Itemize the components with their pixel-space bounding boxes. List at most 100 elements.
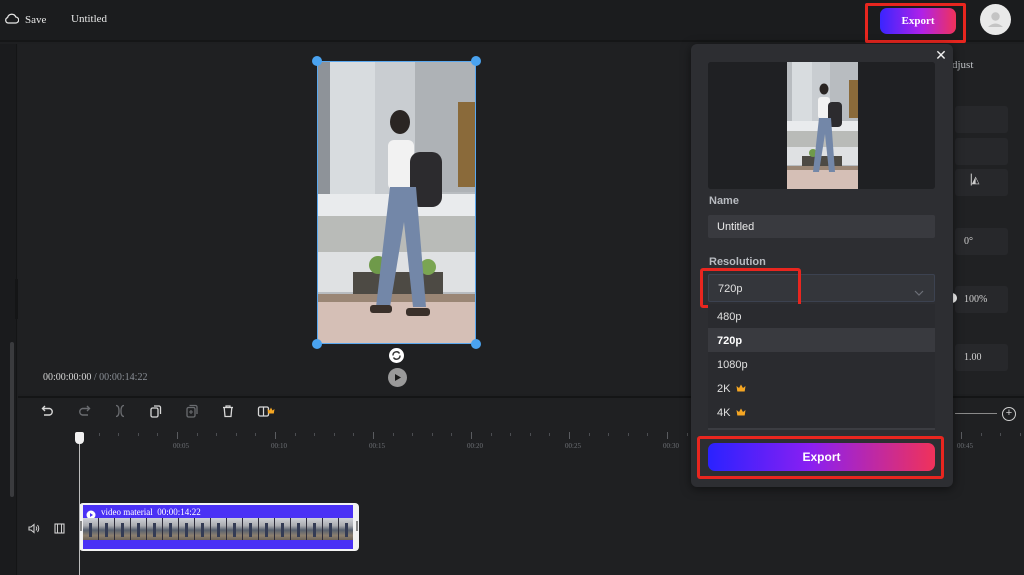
ruler-tick <box>451 433 453 436</box>
project-title[interactable]: Untitled <box>71 13 107 25</box>
play-button[interactable] <box>388 368 407 387</box>
paste-icon <box>186 404 198 418</box>
save-button[interactable]: Save <box>4 12 46 27</box>
sidebar-scrollbar[interactable] <box>10 342 14 497</box>
clip-trim-handle-left[interactable] <box>80 521 82 531</box>
clip-thumbnails <box>83 518 353 540</box>
user-icon <box>988 12 1003 27</box>
cloud-icon <box>4 12 20 27</box>
ruler-tick <box>529 433 531 436</box>
ruler-tick <box>1000 433 1002 436</box>
clip-trim-handle-right[interactable] <box>356 521 358 531</box>
name-label: Name <box>709 195 739 207</box>
rotate-handle[interactable] <box>389 348 404 363</box>
ruler-tick <box>569 432 570 439</box>
video-preview-frame[interactable] <box>317 61 476 344</box>
clip-thumbnail-frame <box>259 518 275 540</box>
resolution-option-4k[interactable]: 4K <box>708 400 935 424</box>
duplicate-button[interactable] <box>138 402 174 420</box>
property-field-2[interactable] <box>955 138 1008 165</box>
timeline-zoom-slider[interactable] <box>955 413 997 414</box>
avatar[interactable] <box>980 4 1011 35</box>
ruler-tick <box>294 433 296 436</box>
resolution-options-list: 480p 720p 1080p 2K 4K <box>708 304 935 430</box>
timecode-display: 00:00:00:00 / 00:00:14:22 <box>43 372 148 383</box>
track-mute-button[interactable] <box>28 521 40 539</box>
export-button[interactable]: Export <box>880 8 956 34</box>
ruler-tick <box>1019 433 1021 436</box>
freeze-frame-button[interactable] <box>246 402 282 420</box>
ruler-tick <box>431 433 433 436</box>
delete-button[interactable] <box>210 402 246 420</box>
track-visibility-button[interactable] <box>54 521 65 539</box>
clip-body: video material 00:00:14:22 <box>83 505 353 549</box>
flip-control[interactable]: ▕◭ <box>955 169 1008 196</box>
ruler-tick <box>392 433 394 436</box>
resize-handle-top-right[interactable] <box>471 56 481 66</box>
ruler-tick <box>314 433 316 436</box>
clip-thumbnail-frame <box>147 518 163 540</box>
property-field-1[interactable] <box>955 106 1008 133</box>
tab-adjust[interactable]: djust <box>952 59 973 71</box>
ruler-tick <box>608 433 610 436</box>
ruler-tick <box>961 432 962 439</box>
redo-icon <box>79 405 91 416</box>
ruler-tick <box>235 433 237 436</box>
ruler-tick <box>137 433 139 436</box>
ruler-tick <box>667 432 668 439</box>
resolution-option-1080p[interactable]: 1080p <box>708 352 935 376</box>
properties-panel <box>948 44 1024 394</box>
redo-button[interactable] <box>66 402 102 420</box>
zoom-in-button[interactable]: + <box>1002 407 1016 421</box>
opacity-field[interactable]: 100% <box>955 286 1008 313</box>
name-input[interactable] <box>708 215 935 238</box>
ruler-tick <box>510 433 512 436</box>
split-button[interactable] <box>102 402 138 420</box>
ruler-tick <box>333 433 335 436</box>
clip-duration: 00:00:14:22 <box>157 507 201 517</box>
ruler-label: 00:15 <box>369 442 385 450</box>
resize-handle-bottom-right[interactable] <box>471 339 481 349</box>
resize-handle-bottom-left[interactable] <box>312 339 322 349</box>
clip-title: video material <box>101 507 153 517</box>
ruler-tick <box>157 433 159 436</box>
clip-thumbnail-frame <box>211 518 227 540</box>
clip-label: video material 00:00:14:22 <box>101 507 201 517</box>
speed-field[interactable]: 1.00 <box>955 344 1008 371</box>
resolution-option-2k[interactable]: 2K <box>708 376 935 400</box>
ruler-label: 00:20 <box>467 442 483 450</box>
undo-icon <box>41 405 53 416</box>
flip-icon: ▕◭ <box>964 175 980 186</box>
resize-handle-top-left[interactable] <box>312 56 322 66</box>
top-bar: Save Untitled Export <box>0 0 1024 43</box>
resolution-option-480p[interactable]: 480p <box>708 304 935 328</box>
playhead-line <box>79 442 80 575</box>
video-clip[interactable]: video material 00:00:14:22 <box>79 503 359 551</box>
paste-button[interactable] <box>174 402 210 420</box>
split-icon <box>115 404 125 418</box>
ruler-tick <box>275 432 276 439</box>
ruler-tick <box>490 433 492 436</box>
ruler-tick <box>647 433 649 436</box>
save-label: Save <box>25 13 47 26</box>
ruler-tick <box>98 433 100 436</box>
ruler-label: 00:45 <box>957 442 973 450</box>
playhead-handle[interactable] <box>75 432 84 444</box>
clip-thumbnail-frame <box>339 518 353 540</box>
clip-thumbnail-frame <box>307 518 323 540</box>
rotation-field[interactable]: 0° <box>955 228 1008 255</box>
undo-button[interactable] <box>30 402 66 420</box>
ruler-tick <box>471 432 472 439</box>
export-confirm-button[interactable]: Export <box>708 443 935 471</box>
rotate-icon <box>392 351 401 360</box>
close-button[interactable]: ✕ <box>934 48 948 62</box>
ruler-tick <box>255 433 257 436</box>
close-icon: ✕ <box>935 47 947 63</box>
ruler-tick <box>686 433 688 436</box>
clip-thumbnail-frame <box>291 518 307 540</box>
export-thumbnail-image <box>708 62 935 189</box>
clip-thumbnail-frame <box>195 518 211 540</box>
resolution-option-720p[interactable]: 720p <box>708 328 935 352</box>
resolution-label: Resolution <box>709 256 766 268</box>
trash-icon <box>223 405 233 418</box>
